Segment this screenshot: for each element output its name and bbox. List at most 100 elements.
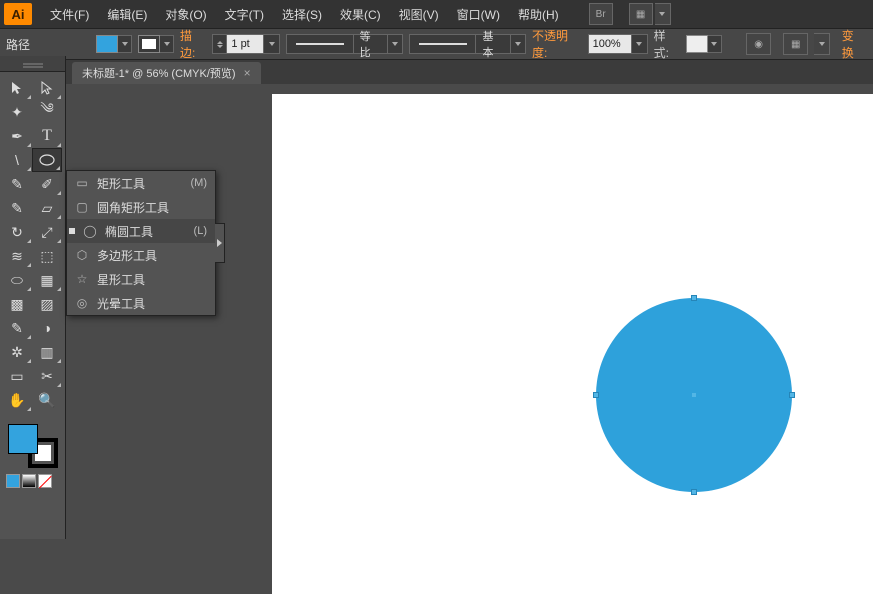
- menu-object[interactable]: 对象(O): [157, 2, 214, 27]
- flyout-flare-tool[interactable]: ◎ 光晕工具: [67, 291, 215, 315]
- fill-stroke-control[interactable]: [8, 424, 58, 468]
- flyout-rectangle-tool[interactable]: ▭ 矩形工具 (M): [67, 171, 215, 195]
- anchor-point[interactable]: [691, 489, 697, 495]
- menu-type[interactable]: 文字(T): [217, 2, 272, 27]
- none-mode[interactable]: [38, 474, 52, 488]
- slice-icon: ✂: [41, 368, 53, 385]
- blend-tool[interactable]: ◑: [32, 316, 62, 340]
- align-button[interactable]: ▦: [783, 33, 808, 55]
- menu-view[interactable]: 视图(V): [391, 2, 447, 27]
- fill-dropdown[interactable]: [118, 35, 132, 53]
- align-dropdown[interactable]: [814, 33, 829, 55]
- selection-tool[interactable]: [2, 76, 32, 100]
- artboard-tool[interactable]: ▭: [2, 364, 32, 388]
- scale-tool[interactable]: ⤢: [32, 220, 62, 244]
- menu-select[interactable]: 选择(S): [274, 2, 330, 27]
- document-tab[interactable]: 未标题-1* @ 56% (CMYK/预览) ×: [72, 62, 261, 84]
- brush-preset[interactable]: 基本: [409, 34, 526, 54]
- type-tool[interactable]: T: [32, 124, 62, 148]
- brush-dropdown[interactable]: [511, 34, 526, 54]
- width-tool[interactable]: ≋: [2, 244, 32, 268]
- menu-help[interactable]: 帮助(H): [510, 2, 567, 27]
- chevron-down-icon[interactable]: [217, 45, 223, 48]
- flyout-label: 椭圆工具: [105, 223, 153, 240]
- flyout-rounded-rectangle-tool[interactable]: ▢ 圆角矩形工具: [67, 195, 215, 219]
- menu-effect[interactable]: 效果(C): [332, 2, 389, 27]
- anchor-point[interactable]: [593, 392, 599, 398]
- toolbox-grip[interactable]: [0, 56, 65, 72]
- anchor-point[interactable]: [691, 295, 697, 301]
- stroke-swatch[interactable]: [138, 35, 174, 53]
- blob-brush-tool[interactable]: ✎: [2, 196, 32, 220]
- opacity-field[interactable]: 100%: [588, 34, 632, 54]
- perspective-icon: ▦: [40, 272, 53, 289]
- magic-wand-tool[interactable]: ✦: [2, 100, 32, 124]
- rotate-tool[interactable]: ↻: [2, 220, 32, 244]
- opacity-dropdown[interactable]: [632, 34, 648, 54]
- flyout-shortcut: (L): [194, 225, 207, 237]
- eyedropper-tool[interactable]: ✎: [2, 316, 32, 340]
- type-icon: T: [42, 127, 52, 145]
- draw-mode-row: [0, 474, 65, 488]
- stroke-weight-dropdown[interactable]: [264, 34, 280, 54]
- graph-icon: ▥: [40, 344, 53, 361]
- eraser-tool[interactable]: ▱: [32, 196, 62, 220]
- hand-icon: ✋: [8, 392, 25, 409]
- stroke-weight-field[interactable]: 1 pt: [226, 34, 264, 54]
- ellipse-tool[interactable]: [32, 148, 62, 172]
- shapebuilder-icon: ⬭: [11, 272, 23, 289]
- recolor-button[interactable]: ◉: [746, 33, 771, 55]
- stroke-weight-combo[interactable]: 1 pt: [212, 34, 280, 54]
- pencil-tool[interactable]: ✐: [32, 172, 62, 196]
- profile-preset[interactable]: 等比: [286, 34, 403, 54]
- menu-window[interactable]: 窗口(W): [449, 2, 508, 27]
- anchor-point[interactable]: [789, 392, 795, 398]
- fill-swatch[interactable]: [96, 35, 132, 53]
- artboard[interactable]: [272, 94, 873, 594]
- opacity-combo[interactable]: 100%: [588, 34, 648, 54]
- transform-label[interactable]: 变换: [842, 27, 865, 61]
- chevron-up-icon[interactable]: [217, 41, 223, 44]
- flyout-label: 多边形工具: [97, 247, 157, 264]
- flyout-tearoff[interactable]: [215, 223, 225, 263]
- flyout-ellipse-tool[interactable]: ◯ 椭圆工具 (L): [67, 219, 215, 243]
- hand-tool[interactable]: ✋: [2, 388, 32, 412]
- line-tool[interactable]: \: [2, 148, 32, 172]
- gradient-tool[interactable]: ▨: [32, 292, 62, 316]
- stroke-label[interactable]: 描边:: [180, 27, 206, 61]
- menu-file[interactable]: 文件(F): [42, 2, 97, 27]
- color-mode[interactable]: [6, 474, 20, 488]
- mesh-tool[interactable]: ▩: [2, 292, 32, 316]
- style-preview-icon: [686, 35, 708, 53]
- style-swatch[interactable]: [686, 35, 722, 53]
- stroke-dropdown[interactable]: [160, 35, 174, 53]
- arrange-button[interactable]: ▦: [629, 3, 653, 25]
- arrange-dropdown[interactable]: [655, 3, 671, 25]
- lasso-tool[interactable]: ༄: [32, 100, 62, 124]
- slice-tool[interactable]: ✂: [32, 364, 62, 388]
- paintbrush-tool[interactable]: ✎: [2, 172, 32, 196]
- flyout-star-tool[interactable]: ☆ 星形工具: [67, 267, 215, 291]
- zoom-tool[interactable]: 🔍: [32, 388, 62, 412]
- menu-edit[interactable]: 编辑(E): [99, 2, 155, 27]
- chevron-down-icon: [122, 42, 128, 46]
- graph-tool[interactable]: ▥: [32, 340, 62, 364]
- free-transform-tool[interactable]: ⬚: [32, 244, 62, 268]
- artboard-icon: ▭: [10, 368, 23, 385]
- shape-builder-tool[interactable]: ⬭: [2, 268, 32, 292]
- wand-icon: ✦: [11, 104, 23, 121]
- gradient-mode[interactable]: [22, 474, 36, 488]
- chevron-down-icon: [711, 42, 717, 46]
- opacity-label[interactable]: 不透明度:: [532, 27, 582, 61]
- close-icon[interactable]: ×: [244, 66, 251, 80]
- center-point[interactable]: [692, 393, 696, 397]
- symbol-sprayer-tool[interactable]: ✲: [2, 340, 32, 364]
- style-dropdown[interactable]: [708, 35, 722, 53]
- fill-swatch-large[interactable]: [8, 424, 38, 454]
- flyout-polygon-tool[interactable]: ⬡ 多边形工具: [67, 243, 215, 267]
- pen-tool[interactable]: ✒: [2, 124, 32, 148]
- profile-dropdown[interactable]: [388, 34, 403, 54]
- perspective-tool[interactable]: ▦: [32, 268, 62, 292]
- bridge-button[interactable]: Br: [589, 3, 613, 25]
- profile-label: 等比: [354, 34, 388, 54]
